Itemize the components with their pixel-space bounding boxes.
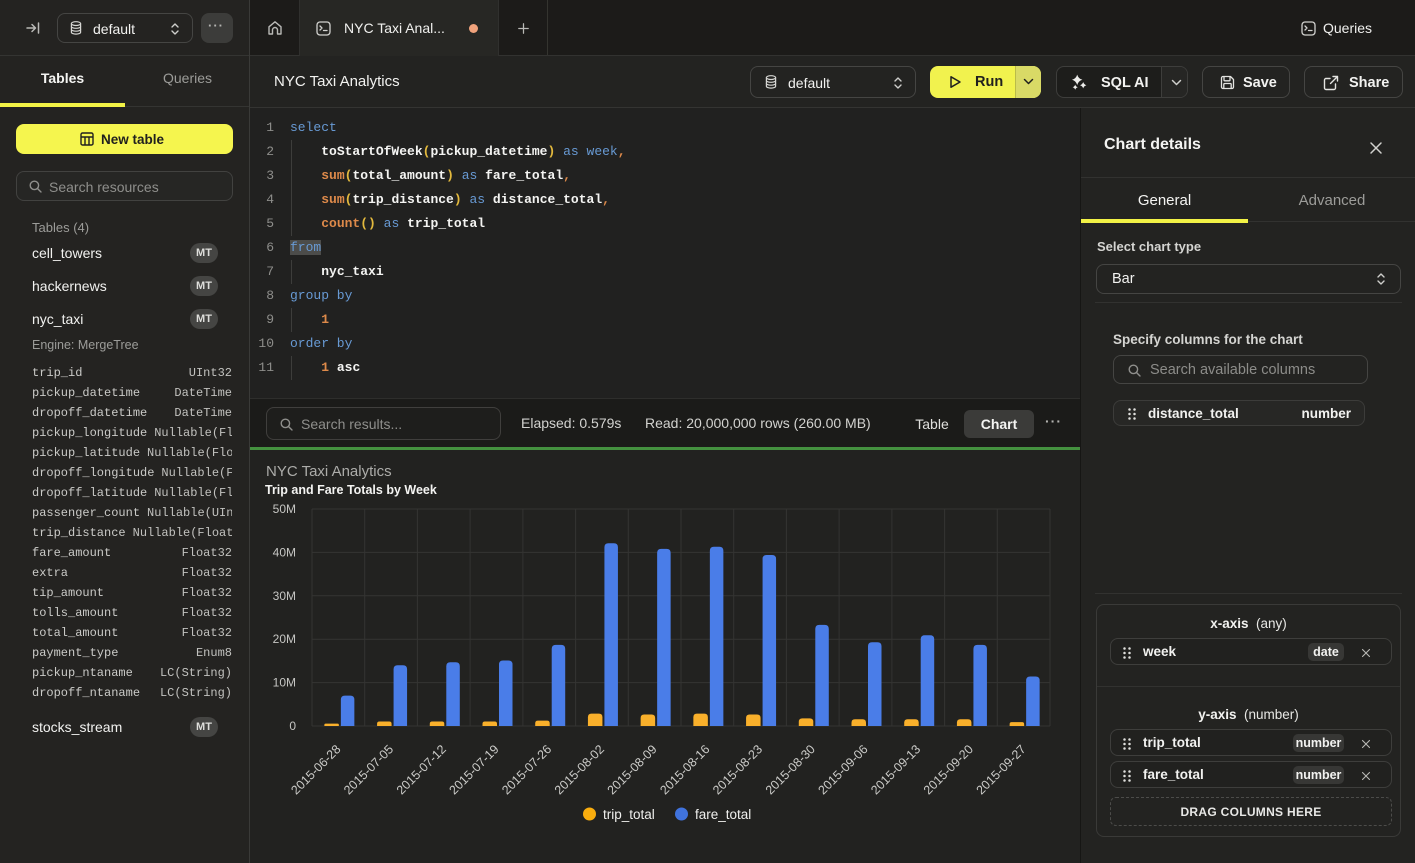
- svg-text:2015-07-12: 2015-07-12: [394, 742, 449, 797]
- svg-text:trip_total: trip_total: [603, 807, 655, 822]
- svg-text:10M: 10M: [273, 676, 296, 690]
- svg-text:2015-07-05: 2015-07-05: [341, 742, 396, 797]
- svg-text:0: 0: [289, 719, 296, 733]
- svg-text:2015-08-16: 2015-08-16: [657, 742, 712, 797]
- svg-text:2015-08-30: 2015-08-30: [763, 742, 818, 797]
- svg-text:2015-06-28: 2015-06-28: [288, 742, 343, 797]
- svg-text:30M: 30M: [273, 589, 296, 603]
- svg-text:2015-09-20: 2015-09-20: [921, 742, 976, 797]
- svg-text:40M: 40M: [273, 545, 296, 559]
- svg-text:2015-07-26: 2015-07-26: [499, 742, 554, 797]
- svg-text:2015-09-13: 2015-09-13: [868, 742, 923, 797]
- svg-text:fare_total: fare_total: [695, 807, 751, 822]
- svg-text:2015-08-02: 2015-08-02: [552, 742, 607, 797]
- svg-text:20M: 20M: [273, 632, 296, 646]
- svg-text:50M: 50M: [273, 502, 296, 516]
- svg-text:2015-08-23: 2015-08-23: [710, 742, 765, 797]
- svg-text:2015-09-06: 2015-09-06: [816, 742, 871, 797]
- svg-text:2015-09-27: 2015-09-27: [974, 742, 1029, 797]
- svg-text:2015-07-19: 2015-07-19: [447, 742, 502, 797]
- svg-text:2015-08-09: 2015-08-09: [605, 742, 660, 797]
